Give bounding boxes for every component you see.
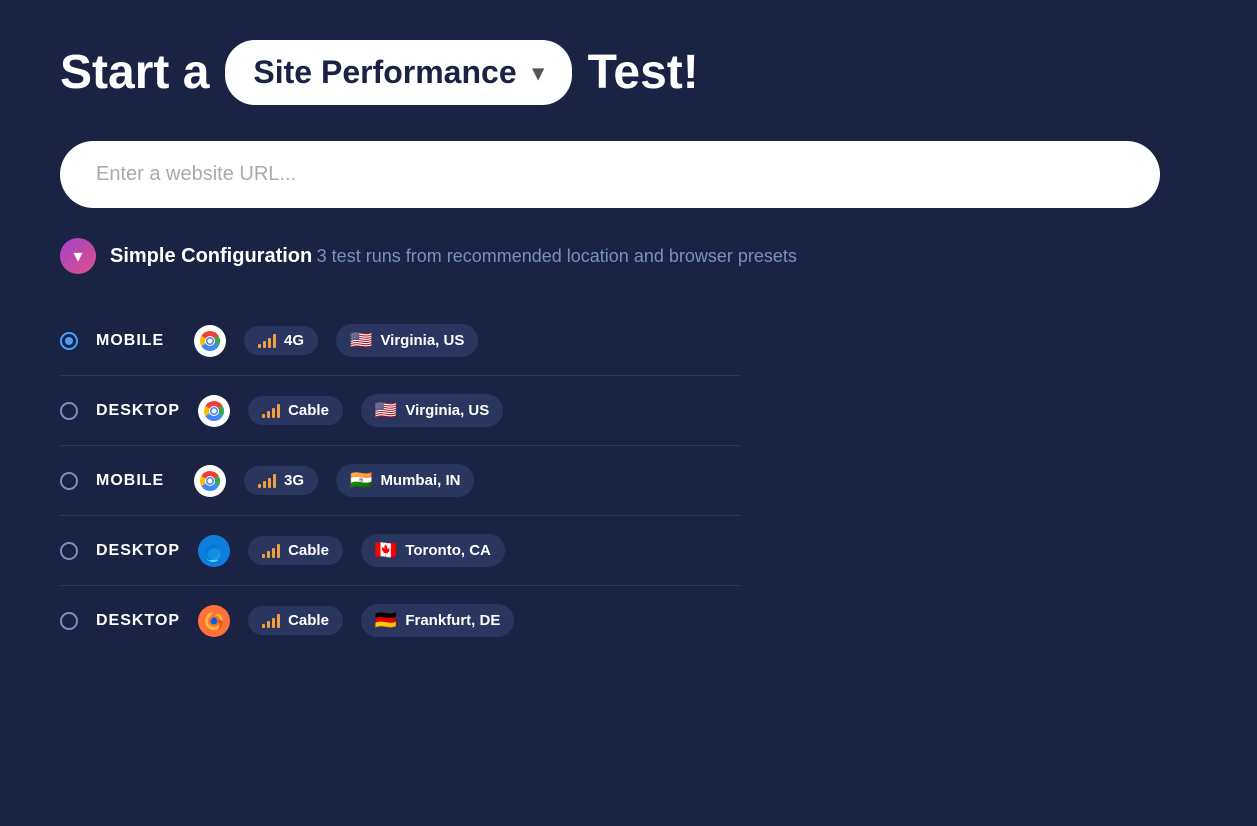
connection-badge: 3G: [244, 466, 318, 495]
flag-icon: 🇺🇸: [375, 400, 397, 421]
test-type-label: Site Performance: [253, 54, 516, 91]
chevron-down-icon: ▾: [533, 60, 544, 86]
connection-badge: 4G: [244, 326, 318, 355]
url-input-row: [60, 141, 1160, 208]
radio-button[interactable]: [60, 472, 78, 490]
signal-bars-icon: [258, 334, 276, 348]
header-prefix: Start a: [60, 45, 209, 100]
location-label: Frankfurt, DE: [405, 612, 500, 629]
flag-icon: 🇨🇦: [375, 540, 397, 561]
location-badge: 🇩🇪 Frankfurt, DE: [361, 604, 514, 637]
browser-icon: [198, 535, 230, 567]
simple-config-row: ▾ Simple Configuration 3 test runs from …: [60, 238, 797, 274]
simple-config-description: 3 test runs from recommended location an…: [317, 246, 797, 266]
test-type-dropdown[interactable]: Site Performance ▾: [225, 40, 571, 105]
signal-bars-icon: [262, 614, 280, 628]
page-header: Start a Site Performance ▾ Test!: [60, 40, 699, 105]
connection-type-label: Cable: [288, 402, 329, 419]
chevron-down-icon: ▾: [73, 246, 82, 267]
browser-icon: [194, 325, 226, 357]
device-label: MOBILE: [96, 472, 176, 490]
location-label: Virginia, US: [380, 332, 464, 349]
browser-icon: [194, 465, 226, 497]
signal-bars-icon: [262, 404, 280, 418]
test-row[interactable]: DESKTOP: [60, 376, 740, 446]
device-label: DESKTOP: [96, 402, 180, 420]
connection-type-label: 4G: [284, 332, 304, 349]
radio-button[interactable]: [60, 612, 78, 630]
location-badge: 🇺🇸 Virginia, US: [361, 394, 503, 427]
location-badge: 🇮🇳 Mumbai, IN: [336, 464, 474, 497]
test-row[interactable]: MOBILE: [60, 446, 740, 516]
location-label: Toronto, CA: [405, 542, 491, 559]
location-badge: 🇨🇦 Toronto, CA: [361, 534, 505, 567]
signal-bars-icon: [258, 474, 276, 488]
browser-icon: [198, 605, 230, 637]
test-type-dropdown-wrapper[interactable]: Site Performance ▾: [225, 40, 571, 105]
url-input[interactable]: [60, 141, 1160, 208]
connection-badge: Cable: [248, 396, 343, 425]
flag-icon: 🇺🇸: [350, 330, 372, 351]
flag-icon: 🇮🇳: [350, 470, 372, 491]
connection-badge: Cable: [248, 536, 343, 565]
browser-icon: [198, 395, 230, 427]
flag-icon: 🇩🇪: [375, 610, 397, 631]
radio-button[interactable]: [60, 332, 78, 350]
test-row[interactable]: MOBILE: [60, 306, 740, 376]
test-row[interactable]: DESKTOP Cable 🇨🇦 Toronto, CA: [60, 516, 740, 586]
header-suffix: Test!: [588, 45, 699, 100]
connection-badge: Cable: [248, 606, 343, 635]
collapse-button[interactable]: ▾: [60, 238, 96, 274]
radio-button[interactable]: [60, 542, 78, 560]
location-badge: 🇺🇸 Virginia, US: [336, 324, 478, 357]
device-label: DESKTOP: [96, 542, 180, 560]
location-label: Mumbai, IN: [380, 472, 460, 489]
connection-type-label: Cable: [288, 612, 329, 629]
test-row[interactable]: DESKTOP Cable 🇩🇪 Frankfurt, DE: [60, 586, 740, 655]
device-label: DESKTOP: [96, 612, 180, 630]
simple-config-label: Simple Configuration: [110, 245, 312, 267]
connection-type-label: Cable: [288, 542, 329, 559]
location-label: Virginia, US: [405, 402, 489, 419]
signal-bars-icon: [262, 544, 280, 558]
radio-button[interactable]: [60, 402, 78, 420]
connection-type-label: 3G: [284, 472, 304, 489]
device-label: MOBILE: [96, 332, 176, 350]
test-list: MOBILE: [60, 306, 740, 655]
